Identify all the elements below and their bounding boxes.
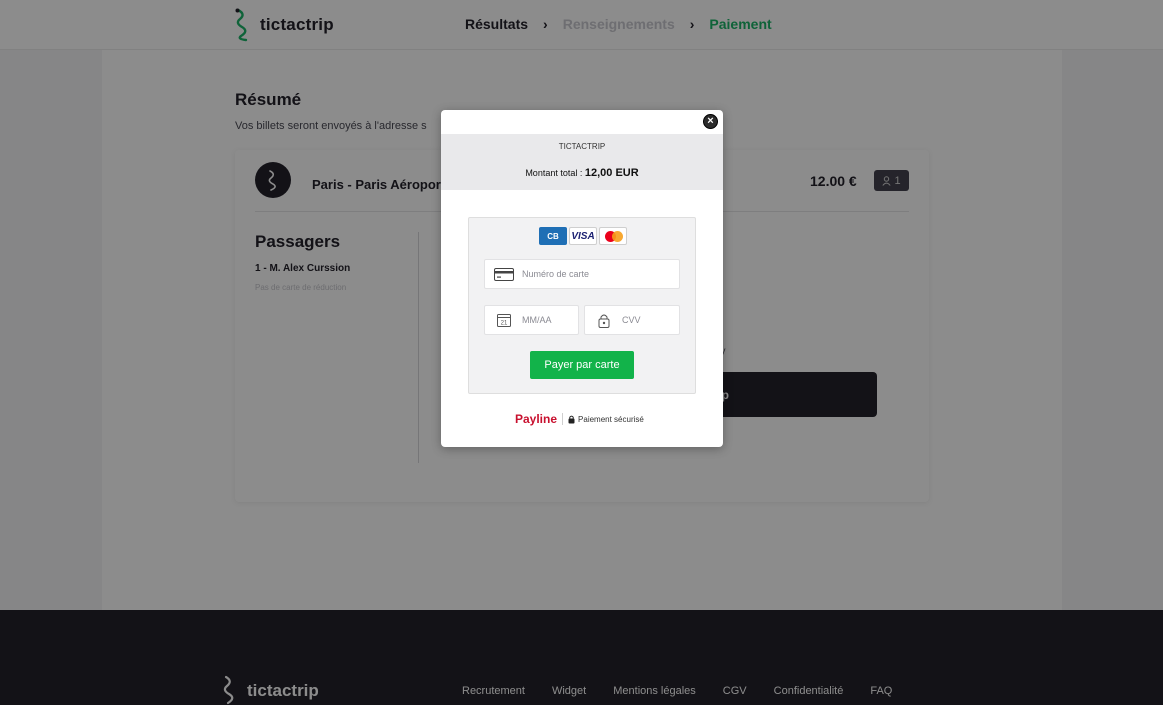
secure-payment-label: Paiement sécurisé bbox=[578, 414, 644, 424]
cvv-placeholder: CVV bbox=[622, 315, 641, 325]
credit-card-icon bbox=[493, 267, 515, 281]
payline-logo: Payline bbox=[515, 412, 558, 426]
pay-by-card-button[interactable]: Payer par carte bbox=[530, 351, 634, 379]
total-amount-line: Montant total : 12,00 EUR bbox=[441, 167, 723, 179]
cvv-input[interactable]: CVV bbox=[584, 305, 680, 335]
close-icon[interactable]: × bbox=[703, 114, 718, 129]
card-number-input[interactable]: Numéro de carte bbox=[484, 259, 680, 289]
total-label: Montant total : bbox=[525, 168, 583, 178]
merchant-name: TICTACTRIP bbox=[558, 142, 606, 151]
visa-logo-icon: VISA bbox=[569, 227, 597, 245]
svg-text:21: 21 bbox=[501, 321, 508, 327]
card-number-placeholder: Numéro de carte bbox=[522, 269, 590, 279]
mastercard-logo-icon bbox=[599, 227, 627, 245]
expiry-date-input[interactable]: 21 MM/AA bbox=[484, 305, 579, 335]
card-payment-form: CB VISA Numéro de carte 21 MM/AA CVV Pay… bbox=[468, 217, 696, 394]
cb-logo-icon: CB bbox=[539, 227, 567, 245]
calendar-icon: 21 bbox=[493, 313, 515, 327]
divider bbox=[562, 413, 564, 425]
payment-header: TICTACTRIP Montant total : 12,00 EUR bbox=[441, 134, 723, 190]
secure-payment: Paiement sécurisé bbox=[568, 415, 644, 424]
payment-modal: × TICTACTRIP Montant total : 12,00 EUR C… bbox=[441, 110, 723, 447]
payment-provider: Payline Paiement sécurisé bbox=[515, 412, 644, 426]
lock-icon bbox=[593, 313, 615, 328]
expiry-placeholder: MM/AA bbox=[522, 315, 552, 325]
total-amount: 12,00 EUR bbox=[584, 167, 639, 179]
card-brands: CB VISA bbox=[539, 227, 627, 245]
padlock-icon bbox=[568, 415, 575, 423]
